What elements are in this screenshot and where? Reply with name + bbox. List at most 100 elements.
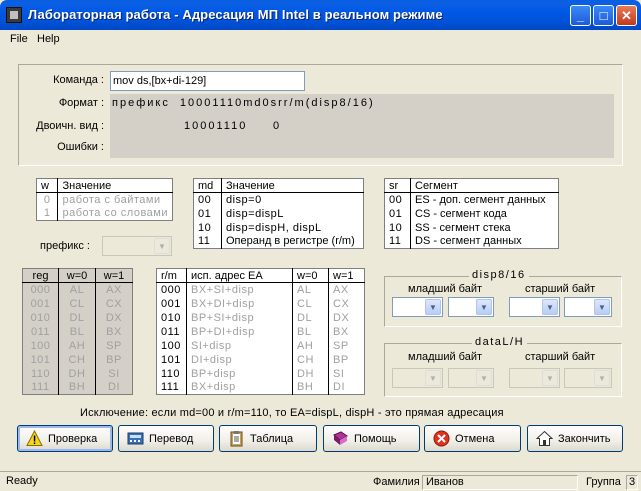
table-cell: 011 [22, 324, 59, 339]
cancel-button[interactable]: Отмена [424, 425, 521, 452]
table-cell: BX [333, 325, 349, 338]
table-row: 11 DS - сегмент данных [384, 234, 559, 249]
help-button[interactable]: Помощь [323, 425, 420, 452]
prefix-select[interactable]: ▼ [102, 236, 172, 256]
table-cell: 01 [384, 206, 411, 221]
data-group-title: dataL/H [472, 336, 528, 348]
table-row: 001 BX+DI+disp CL CX [156, 296, 365, 311]
md-header: md [193, 178, 222, 193]
table-cell: BP+disp [186, 366, 293, 381]
data-high-label: старший байт [525, 351, 596, 363]
menu-help[interactable]: Help [37, 33, 60, 45]
md-table: md Значение 00 disp=0 01 disp=dispL 10 disp… [193, 178, 364, 249]
maximize-button[interactable]: □ [593, 5, 614, 26]
close-button[interactable]: ✕ [616, 5, 637, 26]
minimize-button[interactable]: _ [570, 5, 591, 26]
table-row: 101 CH BP [22, 352, 133, 367]
calculator-icon [127, 432, 144, 445]
chevron-down-icon: ▼ [594, 370, 610, 386]
home-icon [536, 430, 553, 446]
table-cell: DS - сегмент данных [415, 235, 522, 248]
table-cell: DI [108, 381, 120, 394]
table-cell: CX [105, 297, 123, 310]
table-cell: 001 [156, 296, 187, 311]
table-cell: DL [292, 310, 329, 325]
binary-value: 10001110 [184, 120, 248, 132]
finish-button[interactable]: Закончить [527, 425, 623, 452]
title-bar: Лабораторная работа - Адресация МП Intel… [0, 0, 641, 30]
status-ready: Ready [6, 475, 38, 487]
w-header: w [36, 178, 59, 193]
disp-low-select-1[interactable]: ▼ [392, 297, 443, 317]
table-cell: SP [106, 339, 122, 352]
table-row: 011 BP+DI+disp BL BX [156, 324, 365, 339]
table-cell: SP [333, 339, 349, 352]
data-high-select-2[interactable]: ▼ [564, 368, 612, 388]
binary-value-extra: 0 [273, 120, 282, 132]
value-header: Значение [57, 178, 173, 193]
data-high-select-1[interactable]: ▼ [509, 368, 560, 388]
table-cell: 10 [384, 220, 411, 235]
table-cell: 10 [193, 220, 222, 235]
translate-button-label: Перевод [149, 433, 194, 445]
table-cell: BP [333, 353, 349, 366]
table-cell: DX [333, 311, 350, 324]
app-icon [6, 7, 22, 23]
table-cell: CL [292, 296, 329, 311]
ea-header: исп. адрес EA [186, 268, 293, 283]
table-cell: CH [292, 352, 329, 367]
table-button-label: Таблица [250, 433, 294, 445]
w0-header: w=0 [58, 268, 96, 283]
format-value: префикс 10001110md0srr/m(disp8/16) [112, 97, 375, 109]
table-row: 110 BP+disp DH SI [156, 366, 365, 381]
binary-label: Двоичн. вид : [36, 120, 104, 132]
table-cell: disp=dispH, dispL [226, 221, 322, 234]
table-row: 111 BH DI [22, 380, 133, 395]
table-cell: 00 [384, 192, 411, 207]
table-cell: DL [58, 310, 96, 325]
rm-w0-header: w=0 [292, 268, 329, 283]
table-cell: AH [58, 338, 96, 353]
table-cell: AX [106, 283, 122, 296]
table-cell: BL [58, 324, 96, 339]
data-low-select-1[interactable]: ▼ [392, 368, 443, 388]
table-cell: AL [292, 282, 329, 297]
reg-header: reg [22, 268, 59, 283]
table-cell: CS - сегмент кода [415, 207, 507, 220]
chevron-down-icon: ▼ [476, 299, 492, 315]
sr-header: sr [384, 178, 411, 193]
chevron-down-icon: ▼ [425, 370, 441, 386]
menu-bar: File Help [0, 30, 641, 49]
help-button-label: Помощь [354, 433, 397, 445]
table-cell: 00 [193, 192, 222, 207]
table-button[interactable]: Таблица [219, 425, 317, 452]
table-cell: CL [58, 296, 96, 311]
command-input[interactable]: mov ds,[bx+di-129] [110, 71, 305, 91]
chevron-down-icon: ▼ [425, 299, 441, 315]
cancel-icon [433, 430, 450, 447]
data-low-select-2[interactable]: ▼ [448, 368, 494, 388]
disp-low-select-2[interactable]: ▼ [448, 297, 494, 317]
table-cell: AH [292, 338, 329, 353]
disp-high-select-2[interactable]: ▼ [564, 297, 612, 317]
table-cell: DX [105, 311, 123, 324]
segment-header: Сегмент [410, 178, 559, 193]
table-row: 100 AH SP [22, 338, 133, 353]
table-cell: BP+SI+disp [186, 310, 293, 325]
table-row: 10 SS - сегмент стека [384, 220, 559, 235]
table-cell: AL [58, 282, 96, 297]
disp-high-select-1[interactable]: ▼ [509, 297, 560, 317]
surname-value: Иванов [422, 475, 578, 490]
menu-file[interactable]: File [10, 33, 28, 45]
table-cell: 100 [156, 338, 187, 353]
clipboard-icon [230, 431, 243, 447]
table-cell: 111 [156, 380, 187, 395]
table-cell: BP+DI+disp [186, 324, 293, 339]
table-row: 010 BP+SI+disp DL DX [156, 310, 365, 325]
table-cell: BH [58, 380, 96, 395]
reg-table: reg w=0 w=1 000 AL AX 001 CL CX 010 DL DX 011 BL BX… [22, 268, 133, 395]
group-label: Группа [586, 476, 621, 488]
table-cell: 010 [156, 310, 187, 325]
translate-button[interactable]: Перевод [118, 425, 214, 452]
check-button[interactable]: Проверка [17, 425, 113, 452]
